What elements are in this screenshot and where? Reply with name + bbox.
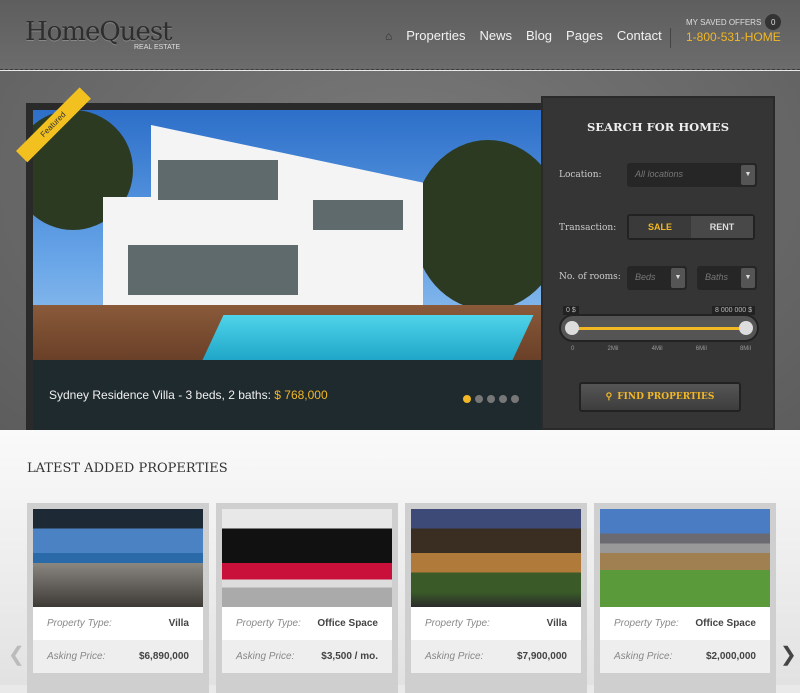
section-title: LATEST ADDED PROPERTIES: [27, 461, 228, 476]
price-value: $7,900,000: [516, 651, 567, 662]
price-value: $3,500 / mo.: [321, 651, 378, 662]
type-value: Office Space: [317, 618, 378, 629]
chevron-down-icon: ▼: [741, 268, 755, 288]
tick-label: 0: [571, 346, 575, 352]
featured-slider: Featured Sydney Residence Villa - 3 beds…: [16, 87, 541, 430]
main-nav: ⌂ Properties News Blog Pages Contact: [385, 28, 662, 43]
baths-select[interactable]: Baths ▼: [697, 266, 757, 290]
property-card[interactable]: Property Type: Office Space Asking Price:…: [216, 503, 398, 693]
type-value: Villa: [546, 618, 567, 629]
location-value: All locations: [635, 169, 684, 179]
nav-divider: [670, 28, 671, 48]
price-label: Asking Price:: [425, 651, 484, 662]
tick-label: 6Mil: [695, 346, 707, 352]
location-select[interactable]: All locations ▼: [627, 163, 757, 187]
site-header: HomeQuest REAL ESTATE ⌂ Properties News …: [0, 0, 800, 70]
tick-label: 2Mil: [607, 346, 619, 352]
hero-section: Featured Sydney Residence Villa - 3 beds…: [0, 71, 800, 430]
type-label: Property Type:: [425, 618, 490, 629]
beds-select[interactable]: Beds ▼: [627, 266, 687, 290]
price-label: Asking Price:: [236, 651, 295, 662]
phone-number: 1-800-531-HOME: [686, 30, 781, 44]
range-min-label: 0 $: [563, 306, 579, 315]
sale-option[interactable]: SALE: [629, 216, 691, 238]
featured-photo[interactable]: [33, 110, 541, 360]
range-ticks: 0 2Mil 4Mil 6Mil 8Mil: [571, 346, 751, 352]
nav-news[interactable]: News: [480, 28, 513, 43]
caption-title[interactable]: Sydney Residence Villa - 3 beds, 2 baths…: [49, 388, 271, 402]
price-label: Asking Price:: [47, 651, 106, 662]
range-fill: [573, 327, 745, 330]
type-label: Property Type:: [236, 618, 301, 629]
find-properties-button[interactable]: ⚲ FIND PROPERTIES: [579, 382, 741, 412]
nav-contact[interactable]: Contact: [617, 28, 662, 43]
slide-caption: Sydney Residence Villa - 3 beds, 2 baths…: [33, 360, 541, 430]
price-value: $6,890,000: [138, 651, 189, 662]
search-icon: ⚲: [605, 392, 613, 402]
rent-option[interactable]: RENT: [691, 216, 753, 238]
transaction-label: Transaction:: [559, 223, 617, 233]
price-label: Asking Price:: [614, 651, 673, 662]
price-value: $2,000,000: [705, 651, 756, 662]
nav-pages[interactable]: Pages: [566, 28, 603, 43]
tick-label: 8Mil: [739, 346, 751, 352]
logo-subtitle: REAL ESTATE: [134, 44, 181, 51]
chevron-down-icon: ▼: [741, 165, 755, 185]
beds-value: Beds: [635, 272, 656, 282]
type-value: Villa: [168, 618, 189, 629]
latest-section: LATEST ADDED PROPERTIES ❮ ❯ Property Typ…: [0, 430, 800, 693]
nav-properties[interactable]: Properties: [406, 28, 465, 43]
caption-price: $ 768,000: [274, 388, 328, 402]
baths-value: Baths: [705, 272, 729, 282]
search-panel: SEARCH FOR HOMES Location: All locations…: [541, 96, 775, 430]
chevron-right-icon[interactable]: ❯: [780, 642, 797, 667]
saved-offers-count: 0: [765, 14, 782, 30]
slide-dot[interactable]: [499, 395, 507, 403]
saved-offers-label: MY SAVED OFFERS: [686, 17, 762, 27]
location-label: Location:: [559, 170, 602, 180]
home-icon[interactable]: ⌂: [385, 29, 392, 43]
find-label: FIND PROPERTIES: [617, 392, 715, 402]
slide-dot[interactable]: [511, 395, 519, 403]
property-card[interactable]: Property Type: Villa Asking Price: $6,890,…: [27, 503, 209, 693]
slide-dot[interactable]: [463, 395, 471, 403]
type-label: Property Type:: [614, 618, 679, 629]
nav-blog[interactable]: Blog: [526, 28, 552, 43]
property-card[interactable]: Property Type: Office Space Asking Price:…: [594, 503, 776, 693]
range-max-label: 8 000 000 $: [712, 306, 755, 315]
range-max-handle[interactable]: [739, 321, 753, 335]
property-card[interactable]: Property Type: Villa Asking Price: $7,900,…: [405, 503, 587, 693]
price-range-slider[interactable]: 0 $ 8 000 000 $: [559, 306, 759, 342]
property-photo[interactable]: [411, 509, 581, 607]
chevron-down-icon: ▼: [671, 268, 685, 288]
type-label: Property Type:: [47, 618, 112, 629]
chevron-left-icon[interactable]: ❮: [8, 642, 25, 667]
slide-dots: [463, 395, 519, 403]
search-title: SEARCH FOR HOMES: [587, 120, 729, 134]
rooms-label: No. of rooms:: [559, 272, 621, 282]
slide-dot[interactable]: [487, 395, 495, 403]
range-min-handle[interactable]: [565, 321, 579, 335]
logo[interactable]: HomeQuest: [25, 17, 173, 47]
property-photo[interactable]: [222, 509, 392, 607]
property-photo[interactable]: [600, 509, 770, 607]
slide-dot[interactable]: [475, 395, 483, 403]
transaction-toggle: SALE RENT: [627, 214, 755, 240]
tick-label: 4Mil: [651, 346, 663, 352]
property-photo[interactable]: [33, 509, 203, 607]
type-value: Office Space: [695, 618, 756, 629]
saved-offers[interactable]: MY SAVED OFFERS 0: [686, 14, 782, 30]
